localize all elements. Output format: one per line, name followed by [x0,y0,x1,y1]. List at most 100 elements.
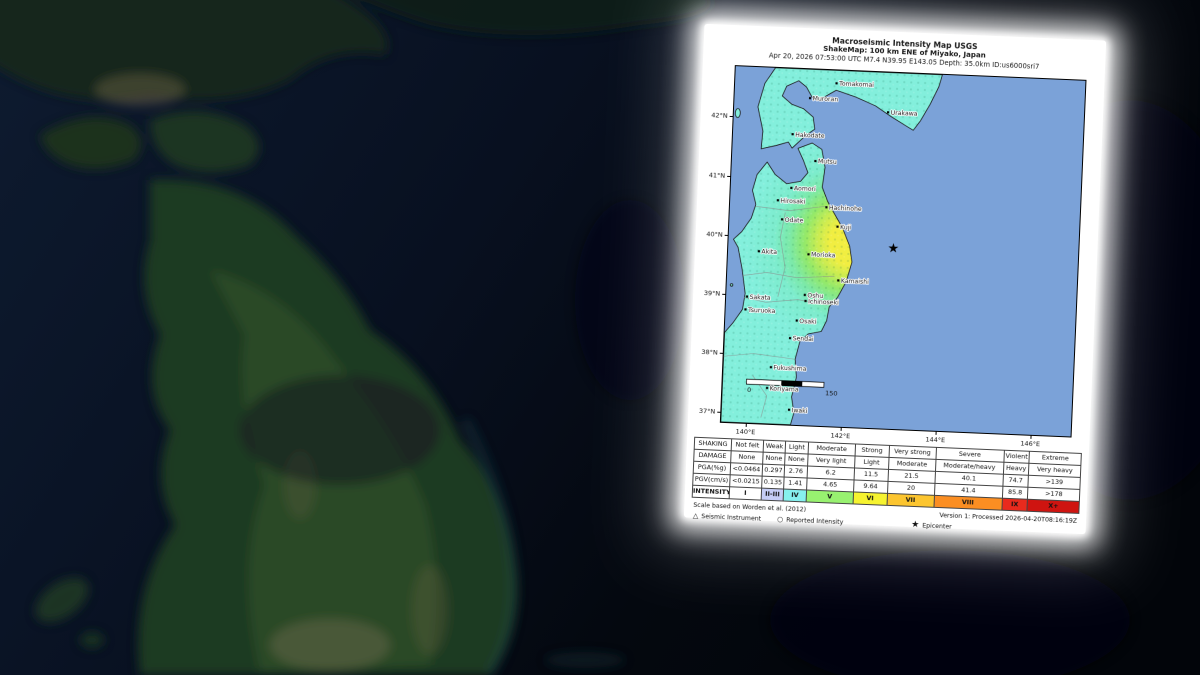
lon-axis-label: 144°E [925,435,946,445]
legend-row-header: INTENSITY [692,485,730,499]
legend-cell: 1.41 [783,476,807,490]
city-dot [835,81,838,85]
okushiri-island [734,107,741,118]
city-marker-odate: Odate [780,216,805,225]
city-marker-hirosaki: Hirosaki [776,197,806,206]
legend-cell: None [784,452,808,466]
city-dot [790,186,793,189]
city-label: Osaki [799,318,817,326]
city-label: Morioka [811,251,836,259]
epicenter-icon: ★ [910,520,920,531]
city-dot [825,205,828,209]
intensity-map: 0 150 TomakomaiMuroranUrakawaHakodateMuts… [720,65,1086,437]
lat-axis-label: 41°N [708,170,726,180]
lon-axis-tick [1030,435,1032,439]
city-marker-muroran: Muroran [808,94,839,104]
city-marker-iwaki: Iwaki [787,406,809,415]
seismic-instrument-icon: △ [692,512,699,521]
scale-bar-max-label: 150 [825,389,838,398]
city-marker-hakodate: Hakodate [791,131,826,140]
bg-coast-shallows [545,652,625,668]
city-marker-kamaishi: Kamaishi [837,277,870,287]
city-marker-aomori: Aomori [790,184,817,194]
city-label: Akita [761,248,777,256]
lon-axis-label: 142°E [830,431,851,441]
lat-axis-tick [722,293,726,295]
city-label: Iwaki [791,407,807,415]
city-dot [814,159,817,163]
legend-cell: VIII [933,495,1002,510]
city-marker-morioka: Morioka [807,251,837,260]
legend-cell: 2.76 [784,464,808,478]
city-label: Aomori [794,185,816,193]
lon-axis-tick [745,423,747,427]
lat-axis-label: 40°N [706,229,723,239]
city-dot [795,319,798,322]
lat-axis-tick [717,411,721,413]
city-label: Hakodate [795,131,825,139]
city-dot [776,198,780,202]
epicenter-star: ★ [887,241,899,256]
city-dot [769,365,773,369]
city-label: Fukushima [773,364,806,372]
bg-city-patch [95,74,185,106]
legend-cell: VII [886,493,935,508]
bg-tan-patch [412,565,448,655]
bg-deep-water [240,375,440,485]
lat-axis-tick [719,352,723,354]
legend-cell: 0.297 [761,463,785,477]
legend-cell: Light [785,440,809,454]
lat-axis-label: 42°N [711,110,728,120]
lon-axis-tick [935,431,937,435]
city-marker-osaki: Osaki [795,317,818,326]
city-marker-ichinoseki: Ichinoseki [804,297,840,307]
city-label: Tsuruoka [747,306,776,314]
city-marker-akita: Akita [757,248,778,257]
city-marker-sakata: Sakata [745,293,772,302]
legend-cell: I [729,486,762,500]
city-dot [787,408,791,411]
city-label: Urakawa [891,109,918,117]
legend-cell: 74.7 [1002,474,1029,488]
city-dot [807,253,810,256]
legend-cell: V [805,489,854,504]
city-label: Mutsu [818,158,837,166]
city-marker-urakawa: Urakawa [886,109,919,118]
lat-axis-label: 38°N [701,347,718,357]
legend-cell: IX [1001,497,1028,512]
city-marker-mutsu: Mutsu [814,157,838,167]
bg-tan-patch [270,619,390,671]
legend-cell: X+ [1027,499,1080,514]
city-label: Ichinoseki [808,298,839,306]
city-dot [780,218,784,221]
city-dot [745,295,749,298]
reported-intensity-icon: ○ [776,515,784,524]
city-label: Sakata [749,294,771,302]
map-axes-area: 0 150 Tomakomai Muroran Urakawa Hakodate Muts… [699,64,1087,448]
footer-legend-seismic-instrument: △ Seismic Instrument [693,512,762,523]
city-label: Sendai [792,335,814,343]
city-dot [804,299,807,302]
legend-cell: Heavy [1002,462,1030,476]
lat-axis-tick [724,234,728,236]
footer-legend-epicenter: ★ Epicenter [911,520,952,532]
city-label: Hirosaki [780,197,805,205]
shakemap-card: Macroseismic Intensity Map USGS ShakeMap… [683,23,1107,535]
city-label: Odate [785,216,804,224]
legend-cell: Violent [1003,450,1030,464]
city-dot [803,293,806,296]
bg-deep-water [575,200,685,400]
tobishima-island [729,283,734,287]
intensity-legend-table: SHAKING Not felt Weak Light Moderate Strong Ve… [692,437,1082,514]
city-label: Kamaishi [841,278,870,286]
city-dot [837,279,840,282]
footer-legend-label: Epicenter [922,522,952,531]
footer-legend-label: Seismic Instrument [701,512,762,523]
city-label: Kuji [840,224,852,231]
legend-cell: None [762,451,786,465]
screenshot-stage: Macroseismic Intensity Map USGS ShakeMap… [0,0,1200,675]
city-marker-tsuruoka: Tsuruoka [744,306,776,315]
footer-legend-reported-intensity: ○ Reported Intensity [777,516,844,527]
bg-sado-island [80,632,104,648]
city-marker-sendai: Sendai [788,334,815,344]
